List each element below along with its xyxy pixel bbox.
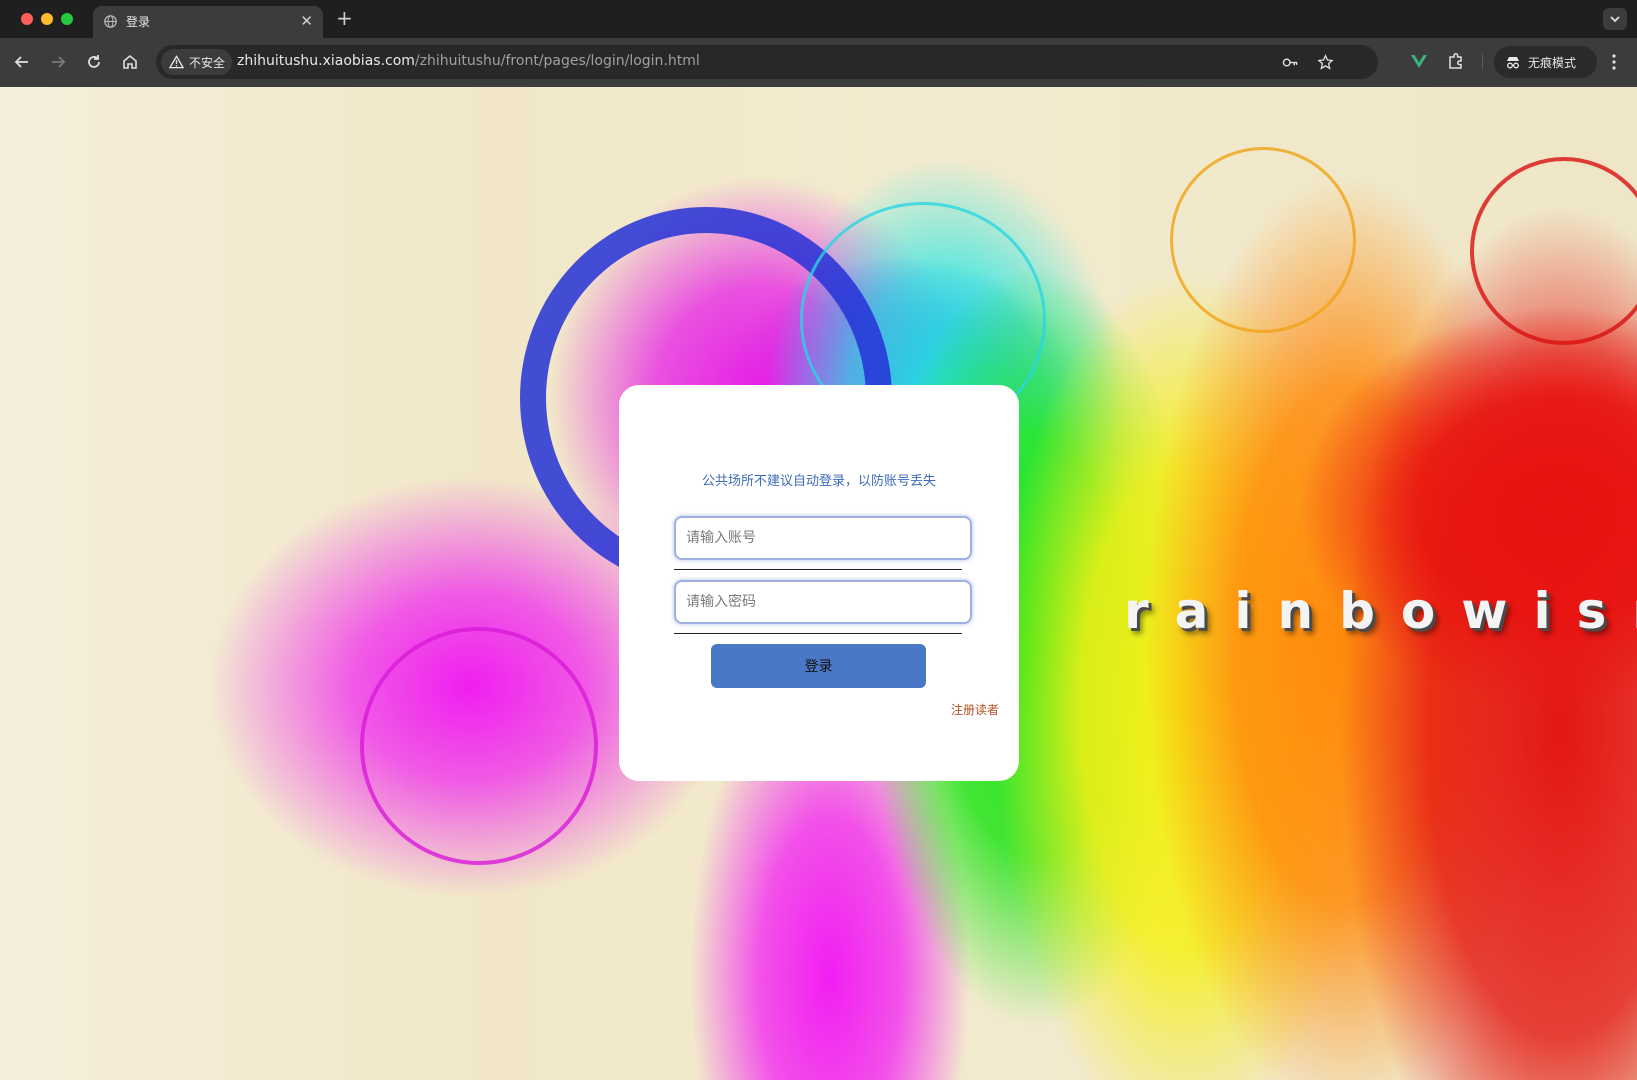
login-card: 公共场所不建议自动登录，以防账号丢失 登录 注册读者 (619, 385, 1019, 781)
register-reader-link[interactable]: 注册读者 (951, 701, 999, 718)
extensions-puzzle-icon[interactable] (1446, 51, 1466, 71)
back-arrow-icon[interactable] (12, 52, 32, 72)
security-chip-label: 不安全 (189, 56, 226, 70)
password-input[interactable] (674, 580, 972, 624)
tab-close-icon[interactable]: ✕ (300, 12, 313, 30)
paint-ring-decoration (360, 627, 598, 865)
password-underline (674, 633, 962, 634)
chevron-down-icon (1610, 16, 1620, 23)
bookmark-star-icon[interactable] (1317, 54, 1334, 71)
reload-icon[interactable] (84, 52, 104, 72)
paint-ring-decoration (1170, 147, 1356, 333)
more-menu-icon[interactable] (1607, 52, 1621, 72)
browser-toolbar: 不安全 zhihuitushu.xiaobias.com/zhihuitushu… (0, 38, 1637, 87)
tab-title: 登录 (126, 15, 151, 29)
incognito-profile-button[interactable]: 无痕模式 (1494, 46, 1597, 78)
address-bar[interactable]: 不安全 zhihuitushu.xiaobias.com/zhihuitushu… (156, 45, 1378, 79)
account-input[interactable] (674, 516, 972, 560)
browser-tab-bar: 登录 ✕ + (0, 0, 1637, 38)
globe-icon (104, 15, 117, 28)
window-minimize-button[interactable] (41, 13, 53, 25)
forward-arrow-icon[interactable] (48, 52, 68, 72)
page-background: rainbowism 公共场所不建议自动登录，以防账号丢失 登录 注册读者 (0, 87, 1637, 1080)
tab-search-button[interactable] (1603, 8, 1627, 30)
window-close-button[interactable] (21, 13, 33, 25)
url-text[interactable]: zhihuitushu.xiaobias.com/zhihuitushu/fro… (237, 53, 700, 69)
security-chip[interactable]: 不安全 (161, 49, 232, 75)
warning-triangle-icon (169, 55, 184, 69)
incognito-label: 无痕模式 (1528, 56, 1577, 70)
window-maximize-button[interactable] (61, 13, 73, 25)
home-icon[interactable] (120, 52, 140, 72)
vue-devtools-extension-icon[interactable] (1409, 51, 1429, 71)
browser-tab-active[interactable]: 登录 ✕ (93, 6, 323, 38)
toolbar-divider (1482, 54, 1483, 70)
login-button[interactable]: 登录 (711, 644, 926, 688)
login-notice: 公共场所不建议自动登录，以防账号丢失 (701, 474, 936, 489)
password-key-icon[interactable] (1282, 54, 1299, 71)
url-host: zhihuitushu.xiaobias.com (237, 53, 415, 69)
incognito-icon (1507, 57, 1519, 69)
new-tab-button[interactable]: + (336, 7, 353, 29)
url-path: /zhihuitushu/front/pages/login/login.htm… (414, 53, 700, 69)
account-underline (674, 569, 962, 570)
paint-ring-decoration (1470, 157, 1637, 345)
background-wordmark: rainbowism (1124, 582, 1637, 640)
